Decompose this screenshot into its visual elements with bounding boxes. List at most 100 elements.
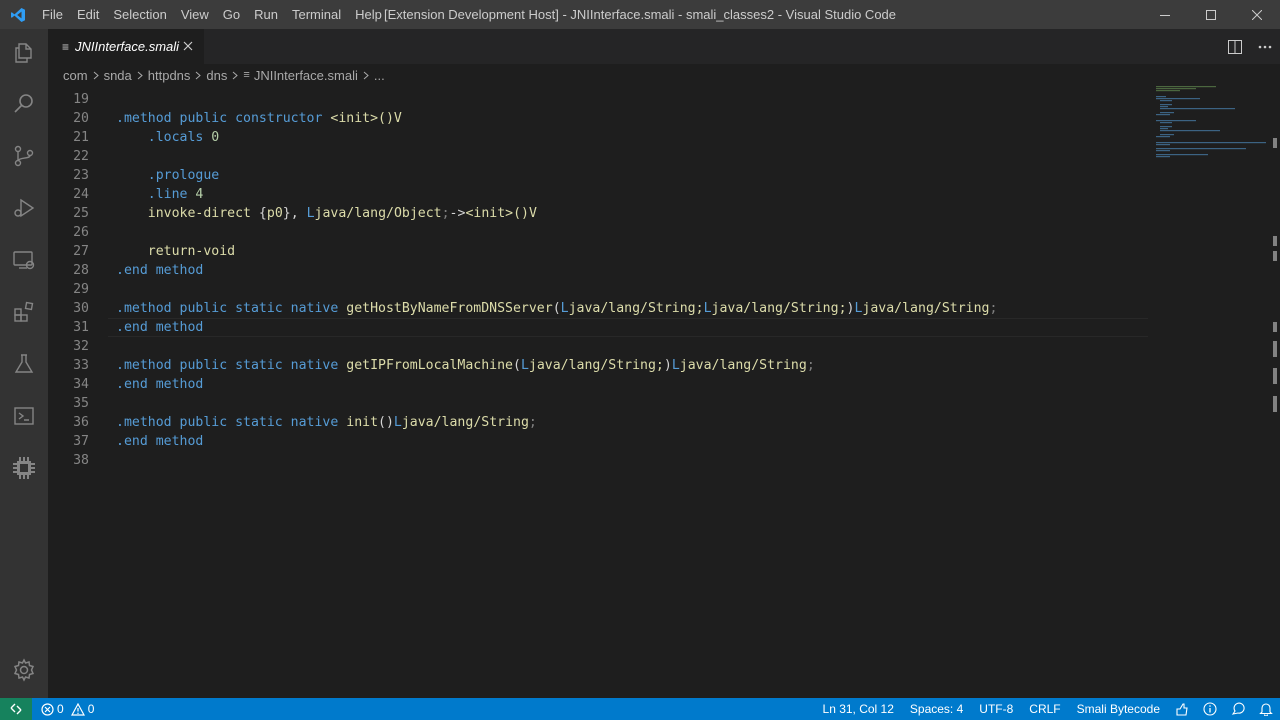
code-token: L [703,301,712,316]
search-icon[interactable] [0,80,48,128]
encoding[interactable]: UTF-8 [971,698,1021,720]
code-token: () [378,415,394,430]
code-token: }, [282,206,307,221]
code-token: .end [116,377,156,392]
code-line[interactable]: 28 .end method [48,261,1148,280]
line-code: return-void [116,242,235,261]
info-icon[interactable] [1196,698,1224,720]
maximize-icon[interactable] [1188,0,1234,29]
code-token: ) [663,358,672,373]
error-icon [41,702,54,716]
code-line[interactable]: 27 return-void [48,242,1148,261]
menu-help[interactable]: Help [348,0,389,29]
tab-actions [1220,29,1280,64]
close-window-icon[interactable] [1234,0,1280,29]
line-code: .end method [116,318,203,337]
code-line[interactable]: 34 .end method [48,375,1148,394]
language-mode[interactable]: Smali Bytecode [1069,698,1168,720]
code-token: method [155,320,204,335]
source-control-icon[interactable] [0,132,48,180]
breadcrumb-httpdns[interactable]: httpdns [148,68,191,83]
code-line[interactable]: 19 [48,90,1148,109]
editor-tabs: ≡ JNIInterface.smali [48,29,1280,64]
line-number: 31 [73,320,89,335]
code-line[interactable]: 24 .line 4 [48,185,1148,204]
chevron-right-icon [190,71,206,80]
breadcrumb-dns[interactable]: dns [206,68,227,83]
end-of-line[interactable]: CRLF [1021,698,1068,720]
error-count: 0 [57,702,64,716]
explorer-icon[interactable] [0,29,48,77]
code-line[interactable]: 22 [48,147,1148,166]
breadcrumb-file[interactable]: JNIInterface.smali [254,68,358,83]
notifications-bell-icon[interactable] [1252,698,1280,720]
vscode-logo-icon [0,0,35,29]
code-line[interactable]: 23 .prologue [48,166,1148,185]
menu-edit[interactable]: Edit [70,0,106,29]
code-token: <init> [465,206,514,221]
more-actions-icon[interactable] [1250,29,1280,64]
code-token: java/lang/String [862,301,990,316]
scrollbar-marker [1273,251,1277,261]
line-number: 26 [73,225,89,240]
code-token: L [671,358,680,373]
code-line[interactable]: 29 [48,280,1148,299]
line-code: .method public constructor <init>()V [116,109,402,128]
breadcrumb: com snda httpdns dns ≡ JNIInterface.smal… [48,64,1280,86]
split-editor-icon[interactable] [1220,29,1250,64]
close-icon[interactable] [180,38,196,54]
code-token: .method [116,415,172,430]
code-line[interactable]: 35 [48,394,1148,413]
live-share-icon[interactable] [1168,698,1196,720]
chip-icon[interactable] [0,444,48,492]
code-line[interactable]: 31 .end method [48,318,1148,337]
code-token: .method [116,111,172,126]
line-number: 23 [73,168,89,183]
code-line[interactable]: 32 [48,337,1148,356]
remote-explorer-icon[interactable] [0,236,48,284]
code-line[interactable]: 20 .method public constructor <init>()V [48,109,1148,128]
tab-jniinterface[interactable]: ≡ JNIInterface.smali [48,29,204,64]
code-token: ; [441,206,450,221]
code-token: .end [116,434,156,449]
menu-run[interactable]: Run [247,0,285,29]
settings-gear-icon[interactable] [0,646,48,694]
code-line[interactable]: 25 invoke-direct {p0}, Ljava/lang/Object… [48,204,1148,223]
code-line[interactable]: 30 .method public static native getHostBy… [48,299,1148,318]
code-token: ()V [513,206,537,221]
menu-view[interactable]: View [174,0,216,29]
cursor-position[interactable]: Ln 31, Col 12 [815,698,902,720]
code-line[interactable]: 36 .method public static native init()Lja… [48,413,1148,432]
code-editor[interactable]: 19 20 .method public constructor <init>()V… [48,86,1280,698]
vertical-scrollbar[interactable] [1268,86,1280,698]
menu-terminal[interactable]: Terminal [285,0,348,29]
menu-file[interactable]: File [35,0,70,29]
line-code: .locals 0 [116,128,219,147]
code-token: java/lang/String; [711,301,847,316]
code-line[interactable]: 33 .method public static native getIPFrom… [48,356,1148,375]
line-number: 19 [73,92,89,107]
terminal-icon[interactable] [0,392,48,440]
code-line[interactable]: 38 [48,451,1148,470]
breadcrumb-more[interactable]: ... [374,68,385,83]
scrollbar-cursor-marker [1273,341,1277,357]
menu-selection[interactable]: Selection [106,0,173,29]
testing-icon[interactable] [0,340,48,388]
code-token: invoke-direct [116,206,259,221]
minimize-icon[interactable] [1142,0,1188,29]
code-line[interactable]: 26 [48,223,1148,242]
minimap[interactable] [1150,86,1268,166]
line-number: 38 [73,453,89,468]
code-token: .end [116,263,156,278]
indentation[interactable]: Spaces: 4 [902,698,971,720]
remote-indicator-icon[interactable] [0,698,32,720]
extensions-icon[interactable] [0,288,48,336]
run-debug-icon[interactable] [0,184,48,232]
breadcrumb-com[interactable]: com [63,68,88,83]
menu-go[interactable]: Go [216,0,247,29]
code-line[interactable]: 21 .locals 0 [48,128,1148,147]
breadcrumb-snda[interactable]: snda [104,68,132,83]
problems-indicator[interactable]: 0 0 [32,702,94,716]
feedback-icon[interactable] [1224,698,1252,720]
code-line[interactable]: 37 .end method [48,432,1148,451]
